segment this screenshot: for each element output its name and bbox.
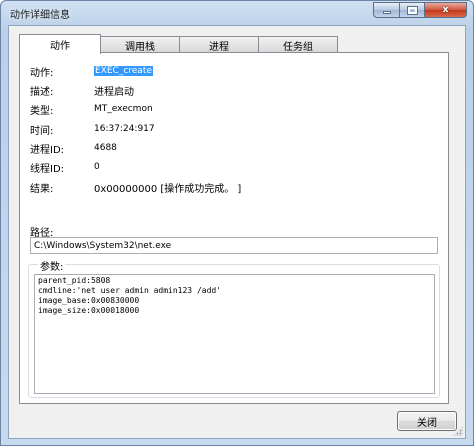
field-label: 结果:	[30, 183, 54, 195]
tab-action[interactable]: 动作	[19, 34, 101, 54]
close-icon: x	[442, 5, 449, 15]
field-label: 线程ID:	[30, 163, 65, 175]
dialog-client-area: 动作 调用栈 进程 任务组 动作: EXEC_create 描述: 进程启动 类…	[8, 25, 466, 439]
tab-process[interactable]: 进程	[179, 36, 259, 53]
field-row-result: 结果: 0x00000000 [操作成功完成。 ]	[30, 180, 242, 195]
params-label: 参数:	[38, 258, 66, 273]
field-row-action: 动作: EXEC_create	[30, 64, 153, 79]
title-close-button[interactable]: x	[424, 2, 467, 18]
params-group: 参数: parent_pid:5808 cmdline:'net user adm…	[28, 258, 440, 398]
maximize-icon	[406, 5, 418, 15]
field-value-thread-id: 0	[94, 162, 100, 172]
field-row-type: 类型: MT_execmon	[30, 102, 153, 117]
path-field[interactable]	[30, 237, 438, 254]
tab-task-group[interactable]: 任务组	[258, 36, 338, 53]
params-textarea[interactable]: parent_pid:5808 cmdline:'net user admin a…	[34, 274, 435, 394]
field-value-description: 进程启动	[94, 86, 134, 98]
field-label: 进程ID:	[30, 144, 65, 156]
field-value-result: 0x00000000 [操作成功完成。 ]	[94, 183, 242, 195]
minimize-icon	[382, 11, 391, 14]
dialog-window: 动作详细信息 x 动作 调用栈 进程 任务组 动作: EXEC_create 描…	[0, 0, 474, 446]
window-controls: x	[373, 2, 467, 18]
params-line: image_base:0x00830000	[38, 296, 140, 305]
field-value-action[interactable]: EXEC_create	[94, 66, 153, 76]
field-value-process-id: 4688	[94, 143, 117, 153]
tab-call-stack[interactable]: 调用栈	[100, 36, 180, 53]
params-line: image_size:0x00018000	[38, 306, 140, 315]
field-value-type: MT_execmon	[94, 104, 153, 114]
maximize-button[interactable]	[399, 2, 424, 18]
close-button[interactable]: 关闭	[397, 411, 457, 431]
field-row-description: 描述: 进程启动	[30, 83, 134, 98]
field-label: 描述:	[30, 86, 54, 98]
field-label: 类型:	[30, 105, 54, 117]
tab-panel-action: 动作: EXEC_create 描述: 进程启动 类型: MT_execmon …	[19, 52, 449, 404]
params-line: cmdline:'net user admin admin123 /add'	[38, 286, 222, 295]
title-bar[interactable]: 动作详细信息 x	[1, 1, 473, 25]
field-label: 动作:	[30, 67, 54, 79]
field-row-process-id: 进程ID: 4688	[30, 141, 117, 156]
field-row-time: 时间: 16:37:24:917	[30, 122, 155, 137]
minimize-button[interactable]	[373, 2, 399, 18]
field-value-time: 16:37:24:917	[94, 124, 155, 134]
params-line: parent_pid:5808	[38, 276, 111, 285]
field-row-thread-id: 线程ID: 0	[30, 160, 100, 175]
tab-strip: 动作 调用栈 进程 任务组	[19, 34, 338, 54]
field-label: 时间:	[30, 125, 54, 137]
window-title: 动作详细信息	[10, 10, 70, 21]
